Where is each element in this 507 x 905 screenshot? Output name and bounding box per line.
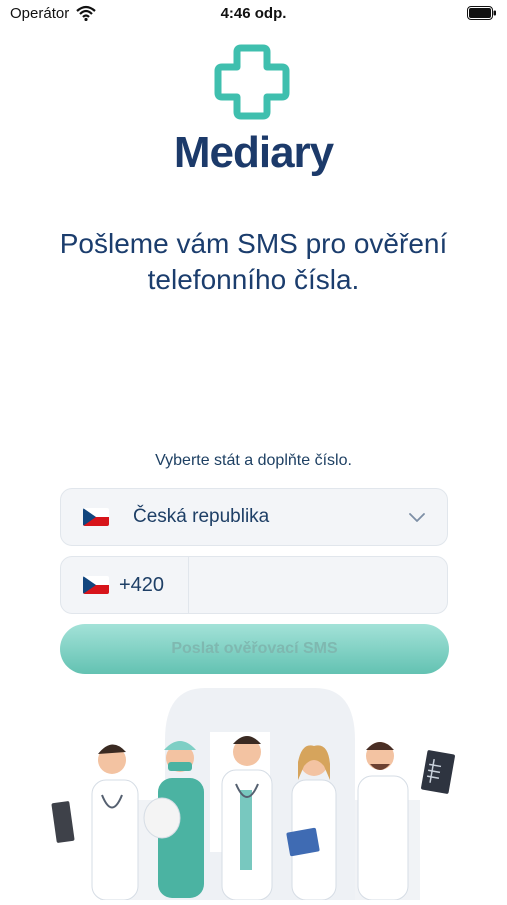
doctors-illustration — [40, 680, 470, 901]
cz-flag-icon — [83, 508, 109, 526]
cz-flag-icon — [83, 576, 109, 594]
send-sms-button[interactable]: Poslat ověřovací SMS — [60, 624, 449, 674]
country-name: Česká republika — [133, 506, 270, 527]
doctor-with-xray — [357, 742, 455, 901]
phone-field: +420 — [60, 556, 448, 614]
phone-number-input[interactable] — [189, 557, 447, 613]
chevron-down-icon — [409, 510, 425, 528]
medical-cross-logo-icon — [214, 44, 290, 120]
battery-icon — [467, 6, 497, 20]
page-headline: Pošleme vám SMS pro ověření telefonního … — [59, 228, 448, 295]
status-bar: Operátor 4:46 odp. — [0, 0, 507, 30]
brand-name: Mediary — [173, 128, 334, 177]
form-hint: Vyberte stát a doplňte číslo. — [155, 452, 352, 469]
phone-prefix-selector[interactable]: +420 — [61, 557, 189, 613]
doctor-with-clipboard — [51, 744, 139, 901]
clock: 4:46 odp. — [220, 5, 287, 22]
country-select[interactable]: Česká republika — [60, 488, 448, 546]
phone-prefix-label: +420 — [119, 574, 165, 596]
